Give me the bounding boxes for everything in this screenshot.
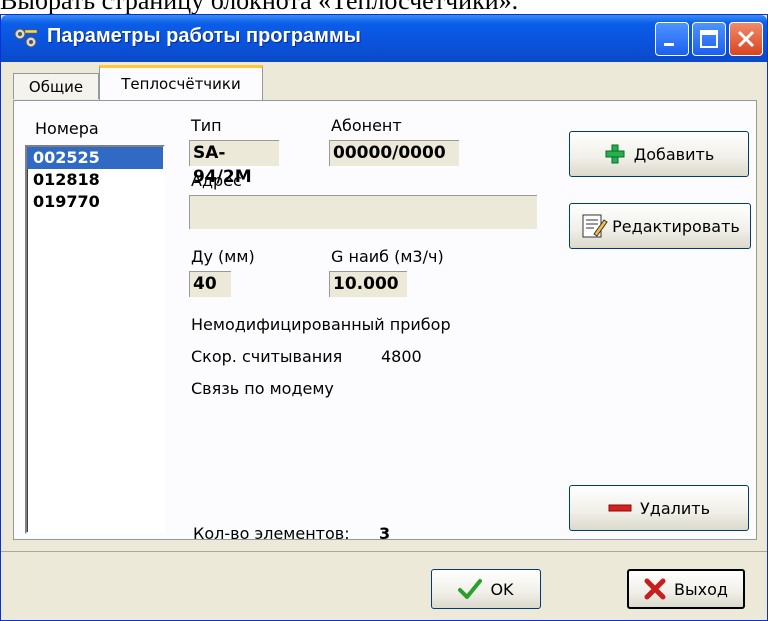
- subscriber-label: Абонент: [331, 116, 402, 135]
- count-label: Кол-во элементов:: [193, 524, 350, 543]
- list-item[interactable]: 002525: [27, 147, 163, 169]
- ok-button[interactable]: OK: [431, 569, 541, 609]
- minimize-button[interactable]: [655, 22, 689, 56]
- delete-button[interactable]: Удалить: [569, 485, 749, 531]
- maximize-icon: [700, 30, 718, 48]
- list-item[interactable]: 019770: [27, 191, 163, 213]
- speed-value: 4800: [381, 347, 422, 366]
- settings-icon: [14, 28, 38, 48]
- numbers-label: Номера: [35, 119, 99, 138]
- ok-button-label: OK: [490, 579, 514, 599]
- close-icon: [737, 30, 755, 48]
- connection-text: Связь по модему: [191, 379, 334, 398]
- exit-button-label: Выход: [674, 579, 728, 599]
- dialog-window: Параметры работы программы Общие Теплосч…: [0, 14, 768, 621]
- tab-heat-meters[interactable]: Теплосчётчики: [99, 65, 263, 100]
- bottom-separator: [1, 551, 767, 552]
- x-icon: [644, 578, 666, 600]
- maximize-button[interactable]: [692, 22, 726, 56]
- speed-label: Скор. считывания: [191, 347, 343, 366]
- add-button-label: Добавить: [633, 144, 715, 164]
- edit-document-icon: [582, 214, 608, 238]
- g-field: 10.000: [329, 271, 407, 297]
- plus-icon: [605, 144, 625, 164]
- list-item[interactable]: 012818: [27, 169, 163, 191]
- du-field: 40: [189, 271, 231, 297]
- close-button[interactable]: [729, 22, 763, 56]
- address-label: Адрес: [191, 171, 242, 190]
- checkmark-icon: [458, 579, 483, 599]
- subscriber-field: 00000/0000: [329, 140, 459, 166]
- edit-button-label: Редактировать: [612, 216, 740, 236]
- numbers-listbox[interactable]: 002525 012818 019770: [25, 145, 165, 534]
- device-status-text: Немодифицированный прибор: [191, 315, 451, 334]
- tab-general[interactable]: Общие: [13, 73, 99, 99]
- address-field: [189, 195, 537, 229]
- delete-button-label: Удалить: [640, 498, 710, 518]
- exit-button[interactable]: Выход: [627, 569, 745, 609]
- window-title: Параметры работы программы: [47, 25, 361, 47]
- du-label: Ду (мм): [191, 247, 255, 266]
- g-label: G наиб (м3/ч): [331, 247, 444, 266]
- type-field: SA-94/2M: [189, 140, 279, 187]
- count-value: 3: [379, 524, 391, 543]
- minimize-icon: [664, 43, 674, 46]
- minus-icon: [608, 504, 632, 512]
- add-button[interactable]: Добавить: [569, 131, 749, 177]
- title-bar[interactable]: Параметры работы программы: [1, 15, 767, 62]
- document-caption: Выбрать страницу блокнота «Теплосчётчики…: [0, 0, 768, 14]
- type-label: Тип: [191, 116, 222, 135]
- edit-button[interactable]: Редактировать: [569, 203, 751, 249]
